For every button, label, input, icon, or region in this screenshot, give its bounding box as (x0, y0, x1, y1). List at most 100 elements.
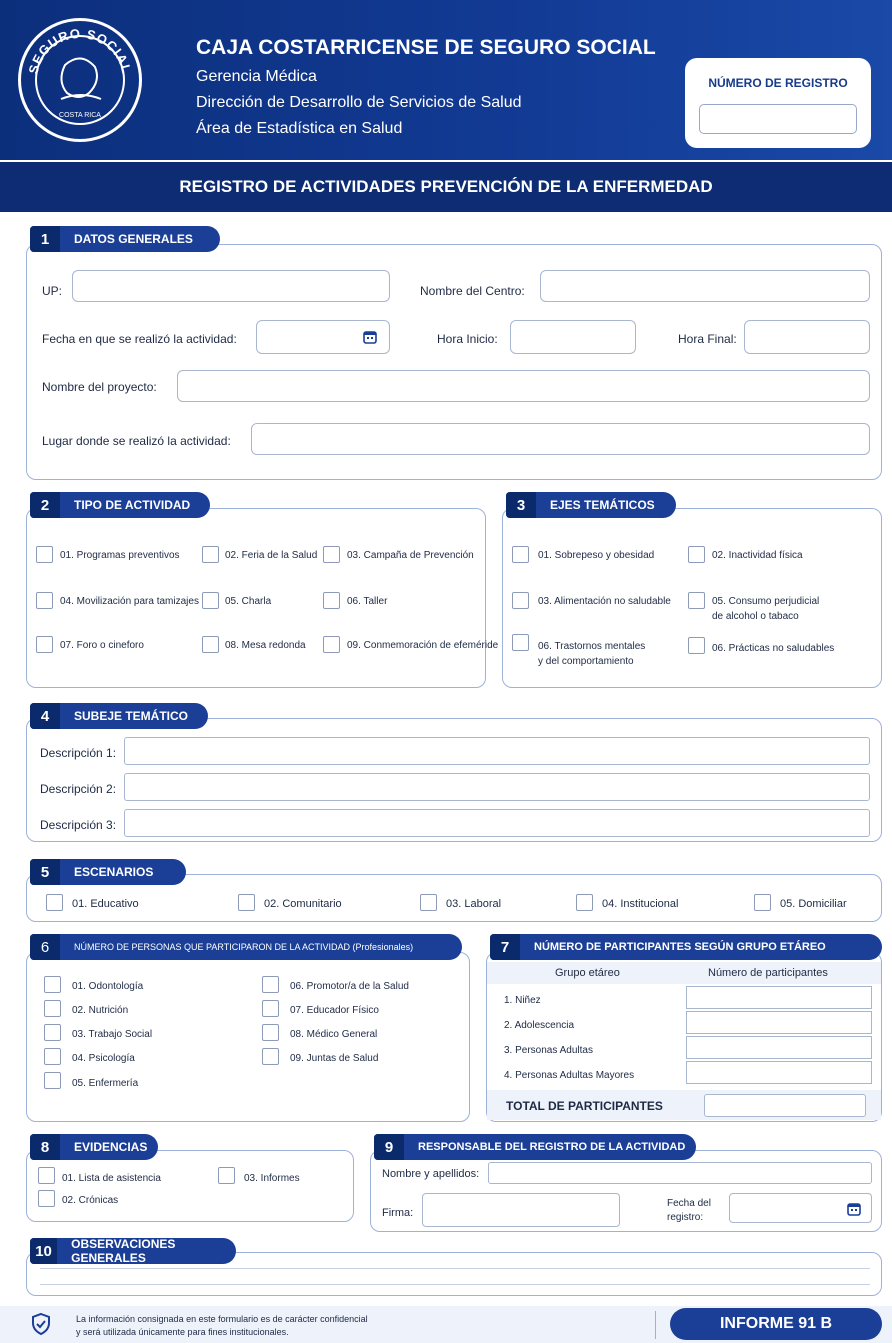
checkbox-prof-04[interactable] (44, 1048, 61, 1065)
desc-1-label: Descripción 1: (40, 746, 117, 760)
checkbox-prof-06[interactable] (262, 976, 279, 993)
section-7-header: 7 NÚMERO DE PARTICIPANTES SEGÚN GRUPO ETÁ… (490, 934, 882, 960)
tipo-03-label: 03. Campaña de Prevención (347, 550, 474, 561)
section-3-header: 3 EJES TEMÁTICOS (506, 492, 676, 518)
centro-field[interactable] (540, 270, 870, 302)
prof-02-label: 02. Nutrición (72, 1005, 129, 1016)
desc-1-field[interactable] (124, 737, 870, 765)
escenario-04-label: 04. Institucional (602, 898, 679, 910)
checkbox-escenario-03[interactable] (420, 894, 437, 911)
fecha-registro-field[interactable] (729, 1193, 872, 1223)
desc-2-field[interactable] (124, 773, 870, 801)
eje-05-label-2: de alcohol o tabaco (712, 611, 799, 622)
grupo-row-1-field[interactable] (686, 986, 872, 1009)
total-label: TOTAL DE PARTICIPANTES (506, 1099, 663, 1113)
hora-final-label: Hora Final: (678, 332, 737, 346)
prof-07-label: 07. Educador Físico (290, 1005, 379, 1016)
checkbox-eje-02[interactable] (688, 546, 705, 563)
grupo-row-4: 4. Personas Adultas Mayores (504, 1070, 635, 1081)
checkbox-eje-03[interactable] (512, 592, 529, 609)
checkbox-tipo-07[interactable] (36, 636, 53, 653)
checkbox-prof-01[interactable] (44, 976, 61, 993)
proyecto-field[interactable] (177, 370, 870, 402)
section-9-header: 9 RESPONSABLE DEL REGISTRO DE LA ACTIVIDA… (374, 1134, 696, 1160)
checkbox-prof-05[interactable] (44, 1072, 61, 1089)
section-5-header: 5 ESCENARIOS (30, 859, 186, 885)
checkbox-tipo-08[interactable] (202, 636, 219, 653)
calendar-icon[interactable] (363, 330, 377, 344)
checkbox-tipo-04[interactable] (36, 592, 53, 609)
checkbox-evid-02[interactable] (38, 1190, 55, 1207)
grupo-row-4-field[interactable] (686, 1061, 872, 1084)
escenario-01-label: 01. Educativo (72, 898, 139, 910)
lugar-field[interactable] (251, 423, 870, 455)
evid-02-label: 02. Crónicas (62, 1195, 119, 1206)
checkbox-escenario-04[interactable] (576, 894, 593, 911)
checkbox-tipo-03[interactable] (323, 546, 340, 563)
calendar-icon[interactable] (847, 1202, 861, 1216)
registro-box: NÚMERO DE REGISTRO (685, 58, 871, 148)
firma-field[interactable] (422, 1193, 620, 1227)
checkbox-escenario-05[interactable] (754, 894, 771, 911)
eje-01-label: 01. Sobrepeso y obesidad (538, 550, 655, 561)
checkbox-eje-05[interactable] (688, 592, 705, 609)
checkbox-eje-01[interactable] (512, 546, 529, 563)
hora-inicio-field[interactable] (510, 320, 636, 354)
prof-01-label: 01. Odontología (72, 981, 144, 992)
grupo-row-3-field[interactable] (686, 1036, 872, 1059)
centro-label: Nombre del Centro: (420, 284, 525, 298)
evid-01-label: 01. Lista de asistencia (62, 1173, 161, 1184)
tipo-07-label: 07. Foro o cineforo (60, 640, 144, 651)
checkbox-eje-06a[interactable] (512, 634, 529, 651)
checkbox-prof-09[interactable] (262, 1048, 279, 1065)
desc-3-field[interactable] (124, 809, 870, 837)
prof-05-label: 05. Enfermería (72, 1078, 139, 1089)
checkbox-evid-03[interactable] (218, 1167, 235, 1184)
informe-badge: INFORME 91 B (670, 1308, 882, 1340)
header-line-2: Dirección de Desarrollo de Servicios de … (196, 94, 522, 111)
checkbox-tipo-01[interactable] (36, 546, 53, 563)
hora-inicio-label: Hora Inicio: (437, 332, 498, 346)
checkbox-prof-02[interactable] (44, 1000, 61, 1017)
firma-label: Firma: (382, 1207, 414, 1219)
section-1-header: 1 DATOS GENERALES (30, 226, 220, 252)
hora-final-field[interactable] (744, 320, 870, 354)
grupo-row-2-field[interactable] (686, 1011, 872, 1034)
total-field[interactable] (704, 1094, 866, 1117)
checkbox-evid-01[interactable] (38, 1167, 55, 1184)
footer-divider (655, 1311, 656, 1339)
registro-input[interactable] (699, 104, 857, 134)
up-field[interactable] (72, 270, 390, 302)
org-name: CAJA COSTARRICENSE DE SEGURO SOCIAL (196, 36, 656, 59)
prof-09-label: 09. Juntas de Salud (290, 1053, 379, 1064)
checkbox-escenario-01[interactable] (46, 894, 63, 911)
grupo-row-2: 2. Adolescencia (504, 1020, 575, 1031)
checkbox-tipo-06[interactable] (323, 592, 340, 609)
checkbox-prof-08[interactable] (262, 1024, 279, 1041)
section-6-header: 6 NÚMERO DE PERSONAS QUE PARTICIPARON DE … (30, 934, 462, 960)
prof-04-label: 04. Psicología (72, 1053, 135, 1064)
eje-06b-label: 06. Prácticas no saludables (712, 643, 835, 654)
checkbox-tipo-05[interactable] (202, 592, 219, 609)
checkbox-tipo-09[interactable] (323, 636, 340, 653)
tipo-02-label: 02. Feria de la Salud (225, 550, 318, 561)
fecha-registro-label-2: registro: (667, 1212, 704, 1223)
checkbox-tipo-02[interactable] (202, 546, 219, 563)
up-label: UP: (42, 284, 63, 298)
evid-03-label: 03. Informes (244, 1173, 300, 1184)
section-2-header: 2 TIPO DE ACTIVIDAD (30, 492, 210, 518)
observaciones-field[interactable] (30, 1260, 878, 1292)
checkbox-escenario-02[interactable] (238, 894, 255, 911)
eje-06a-label-1: 06. Trastornos mentales (538, 641, 646, 652)
form-title: REGISTRO DE ACTIVIDADES PREVENCIÓN DE LA… (0, 162, 892, 212)
desc-2-label: Descripción 2: (40, 782, 117, 796)
fecha-field[interactable] (256, 320, 390, 354)
nombre-field[interactable] (488, 1162, 872, 1184)
section-8-header: 8 EVIDENCIAS (30, 1134, 158, 1160)
checkbox-prof-07[interactable] (262, 1000, 279, 1017)
checkbox-prof-03[interactable] (44, 1024, 61, 1041)
eje-02-label: 02. Inactividad física (712, 550, 803, 561)
svg-text:COSTA RICA: COSTA RICA (59, 112, 101, 119)
tipo-08-label: 08. Mesa redonda (225, 640, 306, 651)
checkbox-eje-06b[interactable] (688, 637, 705, 654)
